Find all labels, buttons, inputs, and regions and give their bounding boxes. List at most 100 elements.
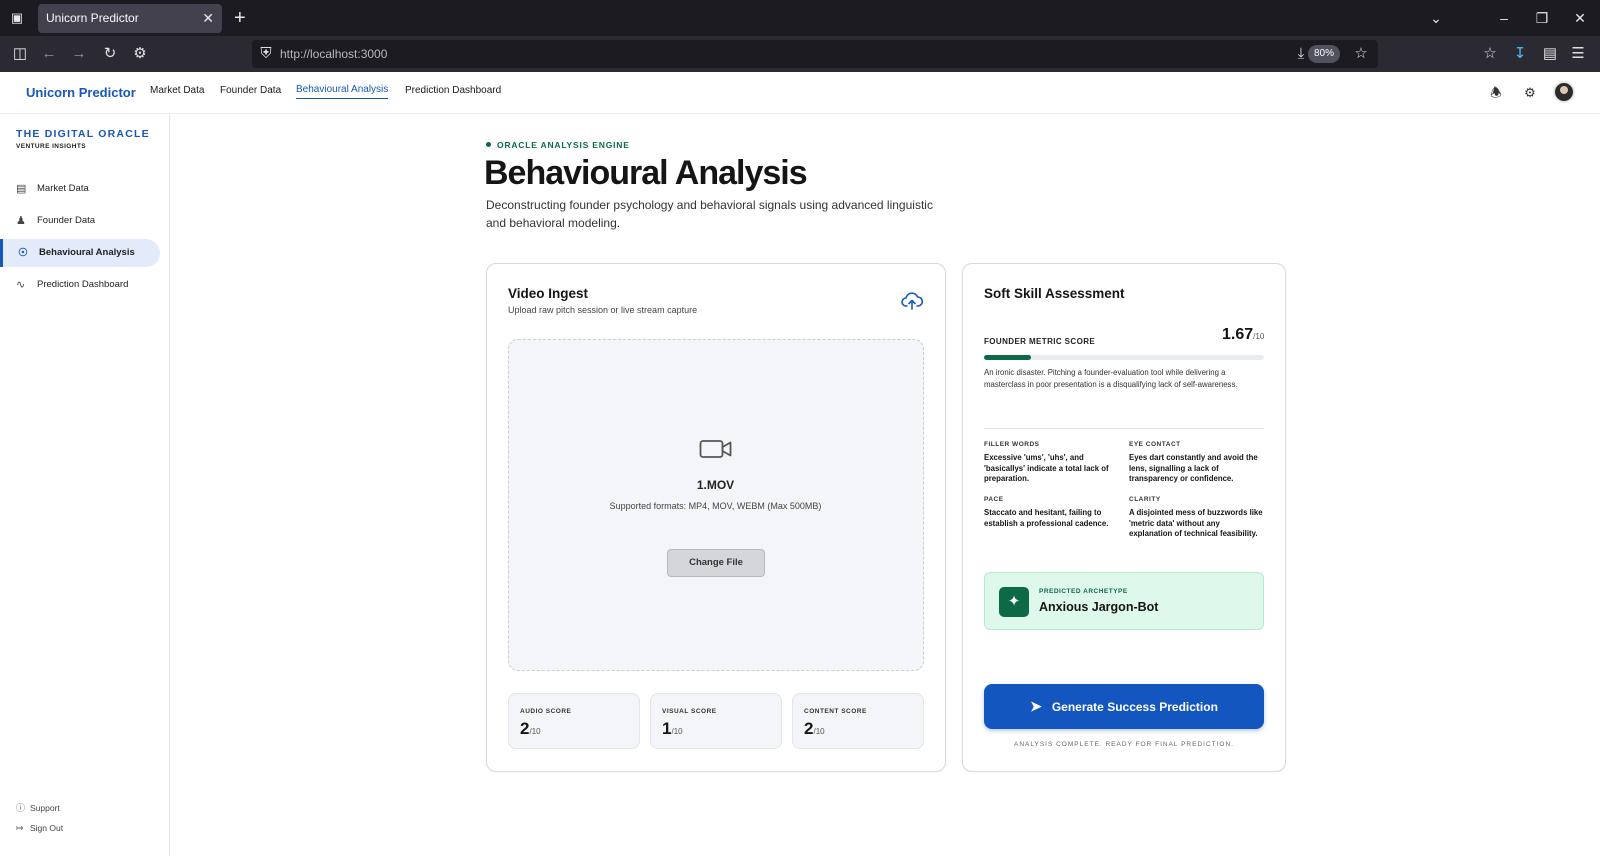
- score-label: VISUAL SCORE: [662, 708, 717, 715]
- pocket-icon[interactable]: ☆: [1481, 45, 1499, 63]
- sidebar-item-label: Prediction Dashboard: [37, 279, 129, 290]
- metric-max: /10: [1253, 332, 1265, 341]
- app-header: Unicorn Predictor Market Data Founder Da…: [0, 72, 1600, 114]
- menu-icon[interactable]: ☰: [1569, 45, 1587, 63]
- support-link[interactable]: ⓘ Support: [16, 801, 60, 814]
- gear-icon[interactable]: ⚙: [1521, 84, 1539, 102]
- browser-navbar: ◫ ← → ↻ ⚙ ⛨ http://localhost:3000 ⤓ 80% …: [0, 36, 1600, 72]
- trait-label-clarity: CLARITY: [1129, 496, 1161, 503]
- microphone-icon: ☉: [18, 247, 28, 259]
- status-dot-icon: [486, 142, 491, 147]
- sidebar-item-market-data[interactable]: ▤ Market Data: [4, 175, 160, 203]
- chevron-down-icon[interactable]: ⌄: [1421, 6, 1451, 30]
- support-label: Support: [30, 803, 60, 813]
- score-value: 1/10: [662, 719, 683, 739]
- back-icon[interactable]: ←: [40, 45, 58, 63]
- activity-icon: ∿: [16, 279, 26, 291]
- status-text: ANALYSIS COMPLETE. READY FOR FINAL PREDI…: [1014, 741, 1234, 748]
- topnav-market-data[interactable]: Market Data: [150, 85, 204, 96]
- forward-icon[interactable]: →: [70, 45, 88, 63]
- help-icon: ⓘ: [16, 803, 26, 813]
- new-tab-icon[interactable]: +: [234, 6, 246, 30]
- trait-text-eye-contact: Eyes dart constantly and avoid the lens,…: [1129, 453, 1258, 484]
- audio-score-card: AUDIO SCORE 2/10: [508, 693, 640, 749]
- score-label: CONTENT SCORE: [804, 708, 867, 715]
- generate-prediction-button[interactable]: ➤ Generate Success Prediction: [984, 684, 1264, 729]
- users-icon: ♟: [16, 215, 26, 227]
- metric-progress-fill: [984, 355, 1031, 360]
- video-ingest-subtitle: Upload raw pitch session or live stream …: [508, 305, 698, 315]
- archetype-name: Anxious Jargon-Bot: [1039, 600, 1159, 614]
- assessment-verdict: An ironic disaster. Pitching a founder-e…: [984, 368, 1238, 389]
- divider: [984, 428, 1264, 429]
- settings-icon[interactable]: ⚙: [131, 45, 149, 63]
- founder-metric-value: 1.67/10: [1222, 326, 1264, 344]
- extensions-icon[interactable]: ▤: [1541, 45, 1559, 63]
- video-camera-icon: [699, 440, 732, 458]
- sidebar-item-founder-data[interactable]: ♟ Founder Data: [4, 207, 160, 235]
- sidebar: THE DIGITAL ORACLE VENTURE INSIGHTS ▤ Ma…: [0, 114, 170, 856]
- reload-icon[interactable]: ↻: [101, 45, 119, 63]
- change-file-button[interactable]: Change File: [667, 549, 765, 577]
- rocket-icon: ➤: [1030, 698, 1042, 714]
- trait-label-filler-words: FILLER WORDS: [984, 441, 1040, 448]
- bookmark-star-icon[interactable]: ☆: [1352, 45, 1370, 63]
- eyebrow-label: ORACLE ANALYSIS ENGINE: [486, 140, 630, 150]
- file-name: 1.MOV: [696, 478, 735, 492]
- sign-out-label: Sign Out: [30, 823, 64, 833]
- score-value: 2/10: [804, 719, 825, 739]
- sidebar-item-label: Market Data: [37, 183, 89, 194]
- sidebar-toggle-icon[interactable]: ◫: [11, 45, 29, 63]
- sidebar-item-prediction-dashboard[interactable]: ∿ Prediction Dashboard: [4, 271, 160, 299]
- url-bar[interactable]: ⛨ http://localhost:3000 ⤓ 80% ☆: [252, 40, 1378, 68]
- score-value: 2/10: [520, 719, 541, 739]
- topnav-behavioural-analysis[interactable]: Behavioural Analysis: [296, 84, 389, 99]
- url-text[interactable]: http://localhost:3000: [280, 40, 387, 68]
- page-description: Deconstructing founder psychology and be…: [486, 198, 933, 230]
- score-label: AUDIO SCORE: [520, 708, 572, 715]
- predicted-archetype-card: ✦ PREDICTED ARCHETYPE Anxious Jargon-Bot: [984, 572, 1264, 630]
- close-window-icon[interactable]: ✕: [1565, 6, 1595, 30]
- trait-label-pace: PACE: [984, 496, 1004, 503]
- bar-chart-icon: ▤: [16, 183, 27, 195]
- sign-out-link[interactable]: ↦ Sign Out: [16, 823, 63, 834]
- sidebar-item-behavioural-analysis[interactable]: ☉ Behavioural Analysis: [0, 239, 160, 267]
- cloud-upload-icon[interactable]: [901, 291, 923, 311]
- score-max: /10: [671, 727, 683, 736]
- browser-tabstrip: ▣ Unicorn Predictor ✕ + ⌄ – ❐ ✕: [0, 0, 1600, 36]
- bell-icon[interactable]: 🕭: [1487, 84, 1505, 102]
- tab-list-icon[interactable]: ▣: [8, 10, 26, 26]
- tab-title: Unicorn Predictor: [46, 11, 139, 25]
- topnav-prediction-dashboard[interactable]: Prediction Dashboard: [405, 85, 501, 96]
- restore-icon[interactable]: ❐: [1527, 6, 1557, 30]
- trait-label-eye-contact: EYE CONTACT: [1129, 441, 1181, 448]
- trait-text-filler-words: Excessive 'ums', 'uhs', and 'basicallys'…: [984, 453, 1109, 484]
- score-max: /10: [529, 727, 541, 736]
- close-tab-icon[interactable]: ✕: [202, 4, 214, 33]
- founder-metric-label: FOUNDER METRIC SCORE: [984, 337, 1096, 346]
- generate-button-label: Generate Success Prediction: [1051, 700, 1218, 714]
- minimize-icon[interactable]: –: [1489, 6, 1519, 30]
- sign-out-icon: ↦: [16, 823, 24, 833]
- sidebar-title: THE DIGITAL ORACLE: [16, 128, 150, 140]
- trait-text-pace: Staccato and hesitant, failing to establ…: [984, 508, 1109, 528]
- trait-text-clarity: A disjointed mess of buzzwords like 'met…: [1129, 508, 1263, 539]
- sidebar-item-label: Behavioural Analysis: [39, 247, 135, 258]
- zoom-level[interactable]: 80%: [1307, 45, 1340, 63]
- metric-number: 1.67: [1222, 326, 1254, 343]
- visual-score-card: VISUAL SCORE 1/10: [650, 693, 782, 749]
- browser-tab[interactable]: Unicorn Predictor ✕: [38, 4, 222, 33]
- avatar[interactable]: [1553, 81, 1575, 103]
- supported-formats: Supported formats: MP4, MOV, WEBM (Max 5…: [609, 501, 822, 511]
- brand-logo[interactable]: Unicorn Predictor: [26, 85, 136, 100]
- downloads-icon[interactable]: ↧: [1511, 45, 1529, 63]
- sparkles-icon: ✦: [999, 587, 1029, 617]
- file-dropzone[interactable]: 1.MOV Supported formats: MP4, MOV, WEBM …: [508, 339, 924, 671]
- content-score-card: CONTENT SCORE 2/10: [792, 693, 924, 749]
- shield-icon[interactable]: ⛨: [257, 45, 275, 63]
- metric-progress-track: [984, 355, 1264, 360]
- soft-skill-title: Soft Skill Assessment: [984, 286, 1125, 301]
- archetype-label: PREDICTED ARCHETYPE: [1039, 588, 1128, 595]
- topnav-founder-data[interactable]: Founder Data: [220, 85, 281, 96]
- score-max: /10: [813, 727, 825, 736]
